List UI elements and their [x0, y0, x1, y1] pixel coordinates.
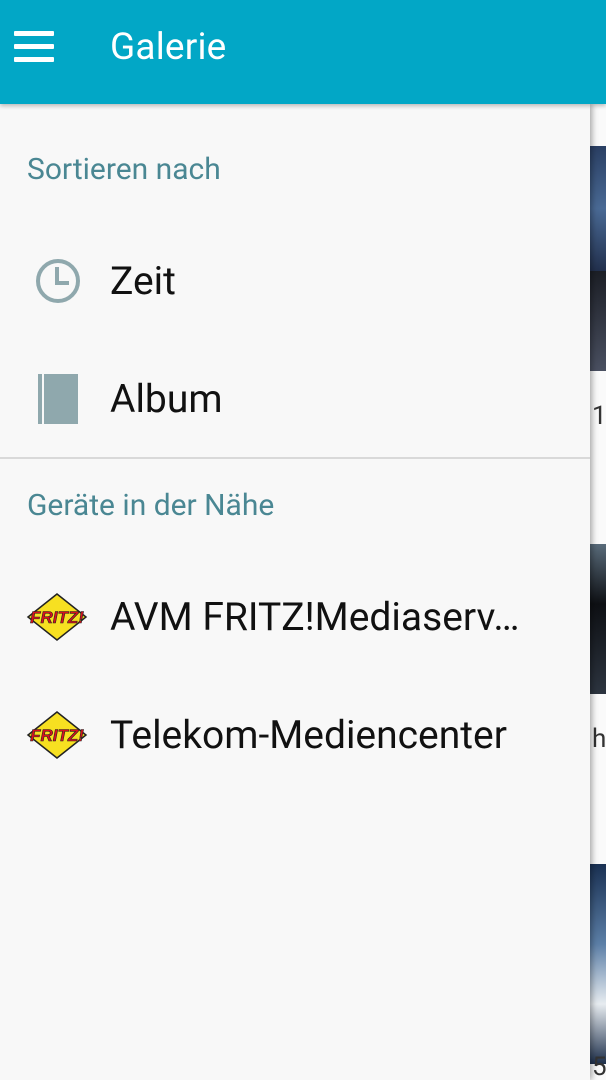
gallery-label-fragment: h	[592, 724, 606, 754]
background-gallery: 15 h 5	[590, 104, 606, 1080]
drawer-item-label: Zeit	[110, 258, 176, 304]
section-header-nearby: Geräte in der Nähe	[27, 488, 275, 523]
app-bar: Galerie	[0, 0, 606, 104]
gallery-thumbnail[interactable]	[590, 864, 606, 1064]
svg-text:FRITZ!: FRITZ!	[30, 608, 84, 627]
fritz-logo-icon: FRITZ!	[24, 592, 90, 642]
svg-text:FRITZ!: FRITZ!	[30, 726, 84, 745]
gallery-thumbnail[interactable]	[590, 146, 606, 271]
drawer-item-label: Album	[110, 376, 223, 422]
drawer-item-telekom-mediencenter[interactable]: FRITZ! Telekom-Mediencenter	[0, 680, 590, 790]
gallery-thumbnail[interactable]	[590, 544, 606, 694]
navigation-drawer: Sortieren nach Zeit Album Geräte in der …	[0, 104, 590, 1080]
gallery-label-fragment: 5	[592, 1052, 606, 1080]
drawer-item-label: AVM FRITZ!Mediaserv…	[110, 594, 520, 640]
section-divider	[0, 457, 590, 459]
gallery-thumbnail[interactable]	[590, 271, 606, 371]
drawer-item-avm-fritz-mediaserver[interactable]: FRITZ! AVM FRITZ!Mediaserv…	[0, 562, 590, 672]
drawer-item-label: Telekom-Mediencenter	[110, 712, 507, 758]
drawer-item-album[interactable]: Album	[0, 344, 590, 454]
album-icon	[38, 374, 78, 424]
clock-icon	[34, 257, 82, 305]
drawer-item-time[interactable]: Zeit	[0, 226, 590, 336]
app-title: Galerie	[110, 26, 227, 69]
gallery-label-fragment: 15	[592, 401, 606, 431]
section-header-sort: Sortieren nach	[27, 152, 221, 187]
fritz-logo-icon: FRITZ!	[24, 710, 90, 760]
menu-icon[interactable]	[14, 31, 56, 65]
